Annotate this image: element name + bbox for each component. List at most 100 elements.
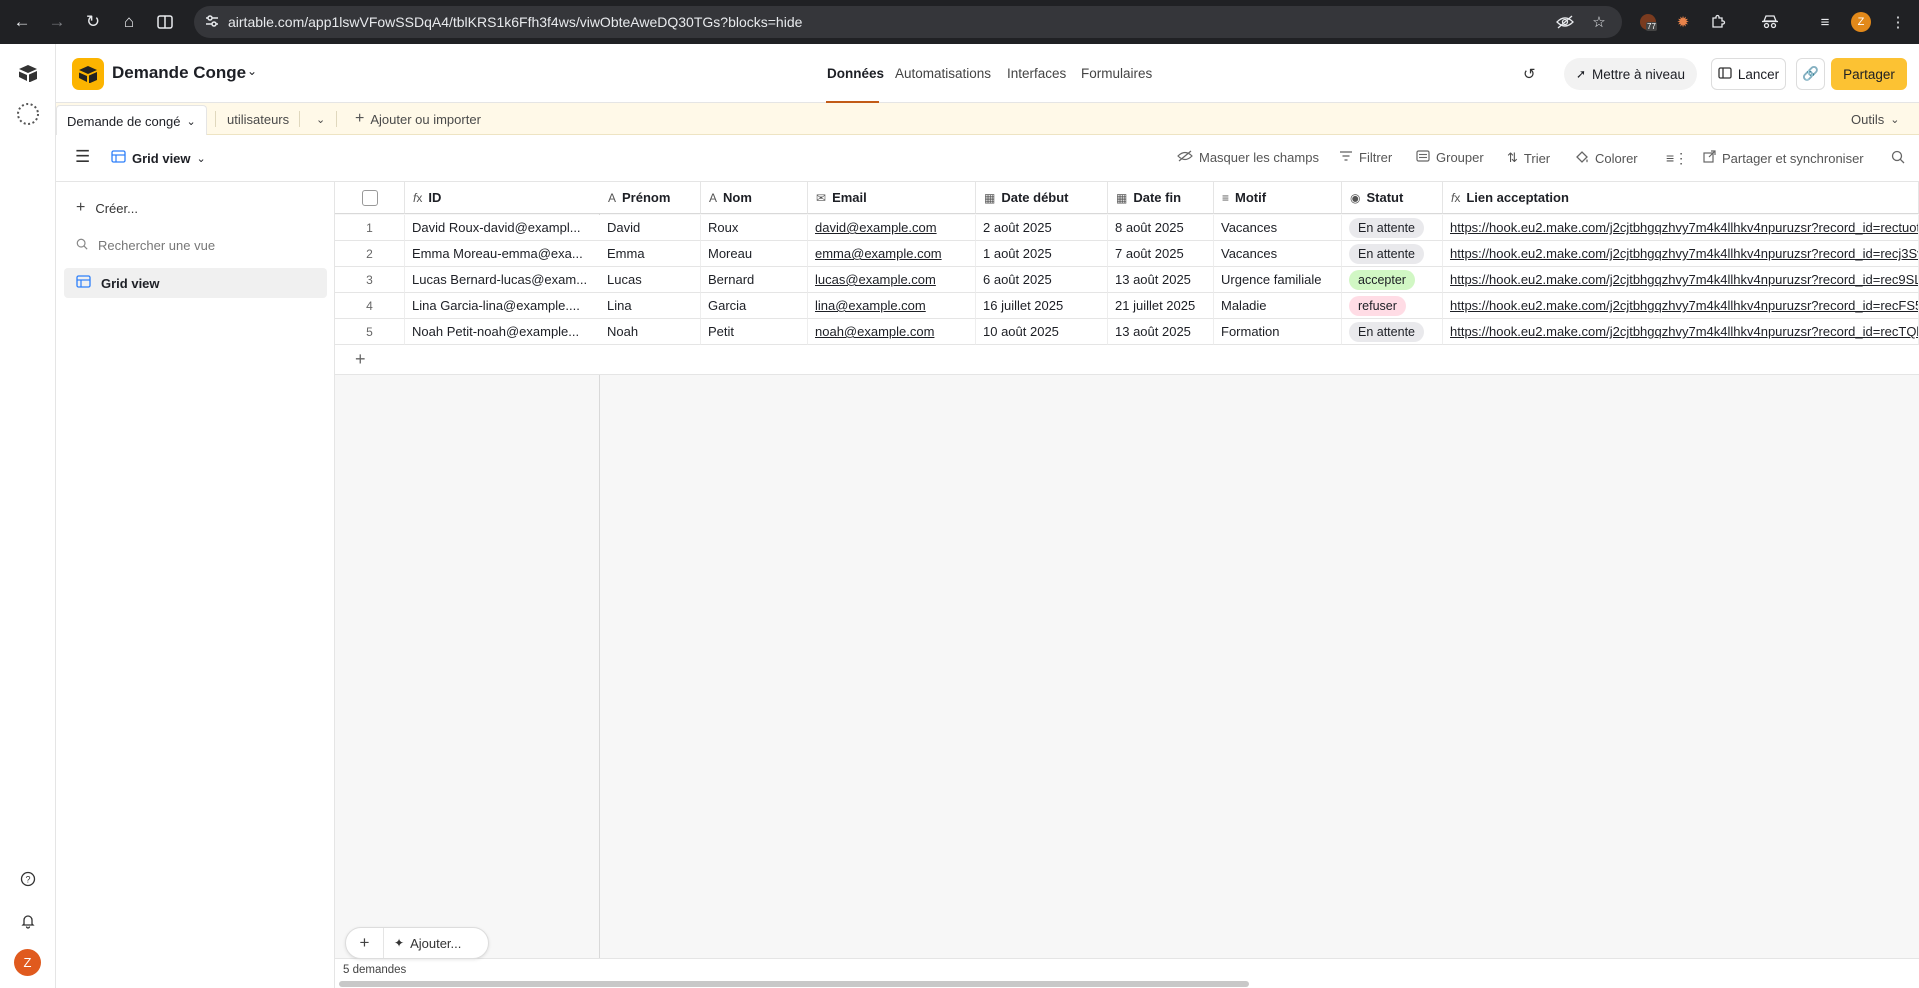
reload-icon[interactable]: ↻ (81, 10, 105, 34)
share-sync-button[interactable]: Partager et synchroniser (1703, 150, 1864, 166)
airtable-logo-icon[interactable] (16, 61, 40, 85)
row-height-icon[interactable]: ≡⋮ (1666, 150, 1688, 167)
create-view-button[interactable]: + Créer... (64, 193, 327, 223)
table-tab-demande-de-conge[interactable]: Demande de congé ⌄ (56, 105, 207, 136)
tab-donnees[interactable]: Données (827, 66, 884, 81)
group-button[interactable]: Grouper (1416, 150, 1484, 165)
row-number-cell[interactable]: 5 (335, 319, 405, 345)
user-avatar[interactable]: Z (14, 949, 41, 976)
split-view-icon[interactable] (153, 10, 177, 34)
lien-acceptation-cell[interactable]: https://hook.eu2.make.com/j2cjtbhgqzhvy7… (1443, 215, 1919, 241)
tab-formulaires[interactable]: Formulaires (1081, 66, 1152, 81)
date-fin-cell[interactable]: 13 août 2025 (1108, 319, 1214, 345)
prenom-cell[interactable]: David (600, 215, 701, 241)
nom-cell[interactable]: Roux (701, 215, 808, 241)
email-link[interactable]: noah@example.com (815, 324, 934, 339)
date-fin-cell[interactable]: 7 août 2025 (1108, 241, 1214, 267)
reading-list-icon[interactable]: ≡ (1815, 12, 1835, 32)
home-icon[interactable]: ⌂ (117, 10, 141, 34)
date-fin-cell[interactable]: 21 juillet 2025 (1108, 293, 1214, 319)
add-record-plus-button[interactable]: + (346, 928, 384, 958)
motif-cell[interactable]: Urgence familiale (1214, 267, 1342, 293)
id-cell[interactable]: Lucas Bernard-lucas@exam... (405, 267, 601, 293)
row-number-cell[interactable]: 2 (335, 241, 405, 267)
motif-cell[interactable]: Vacances (1214, 215, 1342, 241)
email-cell[interactable]: david@example.com (808, 215, 976, 241)
acceptation-link[interactable]: https://hook.eu2.make.com/j2cjtbhgqzhvy7… (1450, 324, 1918, 339)
id-cell[interactable]: David Roux-david@exampl... (405, 215, 601, 241)
filter-button[interactable]: Filtrer (1339, 150, 1392, 165)
statut-cell[interactable]: En attente (1342, 241, 1443, 267)
date-fin-cell[interactable]: 8 août 2025 (1108, 215, 1214, 241)
table-row[interactable]: 4 Lina Garcia-lina@example.... Lina Garcia l… (335, 293, 1919, 319)
acceptation-link[interactable]: https://hook.eu2.make.com/j2cjtbhgqzhvy7… (1450, 246, 1918, 261)
upgrade-button[interactable]: ➚ Mettre à niveau (1564, 58, 1697, 90)
tab-interfaces[interactable]: Interfaces (1007, 66, 1066, 81)
chevron-down-icon[interactable]: ⌄ (186, 115, 195, 128)
acceptation-link[interactable]: https://hook.eu2.make.com/j2cjtbhgqzhvy7… (1450, 272, 1918, 287)
share-button[interactable]: Partager (1831, 58, 1907, 90)
horizontal-scrollbar[interactable] (339, 981, 1249, 987)
nom-cell[interactable]: Garcia (701, 293, 808, 319)
site-info-icon[interactable] (204, 13, 222, 31)
hide-fields-button[interactable]: Masquer les champs (1177, 150, 1319, 165)
tools-button[interactable]: Outils ⌄ (1851, 103, 1899, 135)
date-debut-cell[interactable]: 16 juillet 2025 (976, 293, 1108, 319)
column-header-date-debut[interactable]: ▦ Date début (976, 182, 1108, 214)
all-tables-chevron-icon[interactable]: ⌄ (316, 103, 325, 135)
statut-cell[interactable]: refuser (1342, 293, 1443, 319)
help-icon[interactable]: ? (16, 867, 40, 891)
date-fin-cell[interactable]: 13 août 2025 (1108, 267, 1214, 293)
date-debut-cell[interactable]: 1 août 2025 (976, 241, 1108, 267)
email-cell[interactable]: lina@example.com (808, 293, 976, 319)
select-all-checkbox[interactable] (361, 189, 378, 206)
search-icon[interactable] (1891, 150, 1905, 164)
motif-cell[interactable]: Formation (1214, 319, 1342, 345)
lien-acceptation-cell[interactable]: https://hook.eu2.make.com/j2cjtbhgqzhvy7… (1443, 319, 1919, 345)
email-cell[interactable]: noah@example.com (808, 319, 976, 345)
bookmark-star-icon[interactable]: ☆ (1590, 13, 1608, 31)
base-icon[interactable] (72, 58, 104, 90)
prenom-cell[interactable]: Lina (600, 293, 701, 319)
motif-cell[interactable]: Maladie (1214, 293, 1342, 319)
id-cell[interactable]: Noah Petit-noah@example... (405, 319, 601, 345)
id-cell[interactable]: Lina Garcia-lina@example.... (405, 293, 601, 319)
chevron-down-icon[interactable]: ⌄ (247, 64, 257, 78)
base-name[interactable]: Demande Conge (112, 63, 246, 83)
color-button[interactable]: Colorer (1575, 150, 1638, 167)
lien-acceptation-cell[interactable]: https://hook.eu2.make.com/j2cjtbhgqzhvy7… (1443, 241, 1919, 267)
back-icon[interactable]: ← (10, 10, 34, 34)
address-bar[interactable]: airtable.com/app1lswVFowSSDqA4/tblKRS1k6… (194, 6, 1622, 38)
acceptation-link[interactable]: https://hook.eu2.make.com/j2cjtbhgqzhvy7… (1450, 298, 1918, 313)
select-all-cell[interactable] (335, 182, 405, 214)
nom-cell[interactable]: Petit (701, 319, 808, 345)
statut-cell[interactable]: accepter (1342, 267, 1443, 293)
lien-acceptation-cell[interactable]: https://hook.eu2.make.com/j2cjtbhgqzhvy7… (1443, 267, 1919, 293)
table-row[interactable]: 2 Emma Moreau-emma@exa... Emma Moreau emma@e… (335, 241, 1919, 267)
launch-button[interactable]: Lancer (1711, 58, 1786, 90)
history-icon[interactable]: ↺ (1523, 65, 1536, 83)
column-header-lien-acceptation[interactable]: fx Lien acceptation (1443, 182, 1919, 214)
email-cell[interactable]: lucas@example.com (808, 267, 976, 293)
date-debut-cell[interactable]: 2 août 2025 (976, 215, 1108, 241)
copy-link-button[interactable]: 🔗 (1796, 58, 1825, 90)
id-cell[interactable]: Emma Moreau-emma@exa... (405, 241, 601, 267)
view-search-field[interactable]: Rechercher une vue (64, 230, 327, 260)
lien-acceptation-cell[interactable]: https://hook.eu2.make.com/j2cjtbhgqzhvy7… (1443, 293, 1919, 319)
column-header-email[interactable]: ✉ Email (808, 182, 976, 214)
eye-off-icon[interactable] (1556, 13, 1574, 31)
workspace-loading-icon[interactable] (16, 102, 40, 126)
view-switcher[interactable]: Grid view ⌄ (111, 150, 206, 166)
date-debut-cell[interactable]: 6 août 2025 (976, 267, 1108, 293)
row-number-cell[interactable]: 3 (335, 267, 405, 293)
row-number-cell[interactable]: 4 (335, 293, 405, 319)
table-row[interactable]: 1 David Roux-david@exampl... David Roux davi… (335, 215, 1919, 241)
prenom-cell[interactable]: Emma (600, 241, 701, 267)
extension-icon[interactable]: 77 (1638, 12, 1658, 32)
email-link[interactable]: emma@example.com (815, 246, 942, 261)
statut-cell[interactable]: En attente (1342, 319, 1443, 345)
prenom-cell[interactable]: Lucas (600, 267, 701, 293)
prenom-cell[interactable]: Noah (600, 319, 701, 345)
acceptation-link[interactable]: https://hook.eu2.make.com/j2cjtbhgqzhvy7… (1450, 220, 1918, 235)
sort-button[interactable]: ⇅ Trier (1507, 150, 1550, 166)
